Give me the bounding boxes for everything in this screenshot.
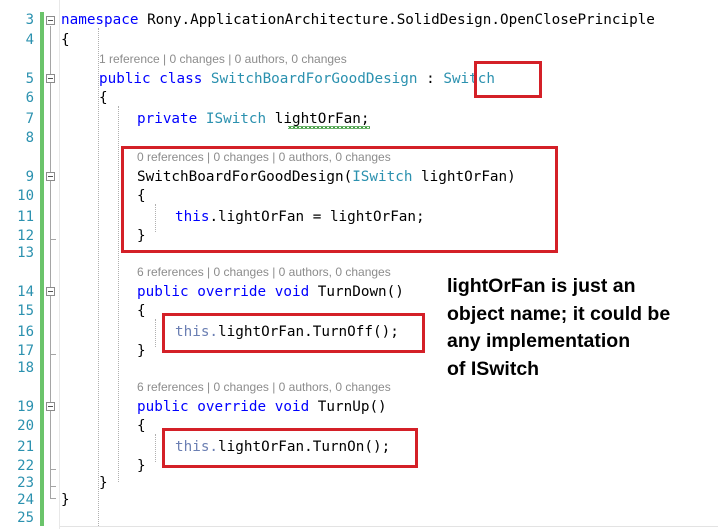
change-indicator-bar: [40, 12, 44, 526]
line-number: 25: [17, 510, 34, 526]
line-number: 17: [17, 343, 34, 359]
keyword: void: [274, 399, 310, 415]
line-number: 13: [17, 245, 34, 261]
line-number: 21: [17, 439, 34, 455]
keyword: class: [159, 71, 203, 87]
code-editor[interactable]: 3 4 5 6 7 8 9 10 11 12 13 14 15 16 17 18…: [0, 0, 718, 529]
line-number: 10: [17, 188, 34, 204]
namespace-name: Rony.ApplicationArchitecture.SolidDesign…: [138, 12, 655, 28]
fold-end: [50, 486, 56, 487]
collapse-turndown-icon[interactable]: [46, 287, 55, 296]
line-number: 6: [25, 90, 34, 106]
method-name: TurnDown(): [309, 284, 404, 300]
highlight-box-turnoff: [162, 313, 425, 353]
code-line[interactable]: }: [99, 474, 108, 492]
annotation-line: object name; it could be: [447, 302, 671, 325]
indent-guide: [118, 106, 119, 482]
keyword: public: [99, 71, 151, 87]
keyword: override: [197, 284, 267, 300]
collapse-constructor-icon[interactable]: [46, 172, 55, 181]
keyword: private: [137, 111, 198, 127]
line-number: 24: [17, 492, 34, 508]
line-number: 23: [17, 475, 34, 491]
editor-bottom-line: [60, 526, 718, 527]
line-number: 5: [25, 71, 34, 87]
fold-outline: [50, 26, 51, 498]
codelens-references[interactable]: 6 references | 0 changes | 0 authors, 0 …: [137, 265, 391, 279]
fold-end: [50, 469, 56, 470]
line-number: 11: [17, 209, 34, 225]
line-number: 16: [17, 324, 34, 340]
line-number: 19: [17, 399, 34, 415]
line-number: 14: [17, 284, 34, 300]
line-number: 7: [25, 111, 34, 127]
line-number: 12: [17, 228, 34, 244]
collapse-namespace-icon[interactable]: [46, 16, 55, 25]
colon: :: [417, 71, 444, 87]
highlight-box-base-class: [474, 61, 542, 98]
fold-end: [50, 354, 56, 355]
line-number: 18: [17, 360, 34, 376]
collapse-class-icon[interactable]: [46, 74, 55, 83]
code-line[interactable]: }: [137, 457, 146, 475]
code-line[interactable]: public override void TurnDown(): [137, 283, 404, 301]
line-number: 15: [17, 303, 34, 319]
keyword: override: [197, 399, 267, 415]
line-number: 8: [25, 130, 34, 146]
indent-guide: [155, 319, 156, 347]
line-number: 9: [25, 169, 34, 185]
field-name: lightOrFan: [274, 111, 361, 127]
code-line[interactable]: {: [99, 89, 108, 107]
code-line[interactable]: namespace Rony.ApplicationArchitecture.S…: [61, 11, 655, 29]
fold-end: [50, 239, 56, 240]
line-number: 22: [17, 458, 34, 474]
annotation-line: lightOrFan is just an: [447, 275, 636, 297]
code-line[interactable]: }: [137, 342, 146, 360]
type-name: ISwitch: [205, 111, 267, 127]
gutter-separator: [59, 0, 60, 529]
codelens-references[interactable]: 1 reference | 0 changes | 0 authors, 0 c…: [99, 52, 347, 66]
code-line[interactable]: {: [137, 302, 146, 320]
highlight-box-constructor: [121, 146, 558, 253]
code-line[interactable]: {: [61, 31, 70, 49]
code-line[interactable]: public override void TurnUp(): [137, 398, 387, 416]
code-line[interactable]: {: [137, 417, 146, 435]
suggestion-squiggle: [288, 126, 370, 129]
fold-end: [50, 498, 56, 499]
highlight-box-turnon: [162, 428, 418, 468]
keyword: public: [137, 399, 189, 415]
code-line[interactable]: public class SwitchBoardForGoodDesign : …: [99, 70, 495, 88]
annotation-line: any implementation: [447, 330, 631, 352]
keyword: namespace: [61, 12, 139, 28]
keyword: void: [274, 284, 310, 300]
annotation-line: of ISwitch: [447, 357, 540, 380]
line-number: 4: [25, 32, 34, 48]
line-number: 20: [17, 418, 34, 434]
semicolon: ;: [360, 111, 370, 127]
method-name: TurnUp(): [309, 399, 387, 415]
line-number: 3: [25, 12, 34, 28]
class-name: SwitchBoardForGoodDesign: [210, 71, 418, 87]
indent-guide: [155, 434, 156, 462]
annotation-note: lightOrFan is just an object name; it co…: [447, 273, 712, 383]
codelens-references[interactable]: 6 references | 0 changes | 0 authors, 0 …: [137, 380, 391, 394]
collapse-turnup-icon[interactable]: [46, 402, 55, 411]
code-line[interactable]: }: [61, 491, 70, 509]
keyword: public: [137, 284, 189, 300]
